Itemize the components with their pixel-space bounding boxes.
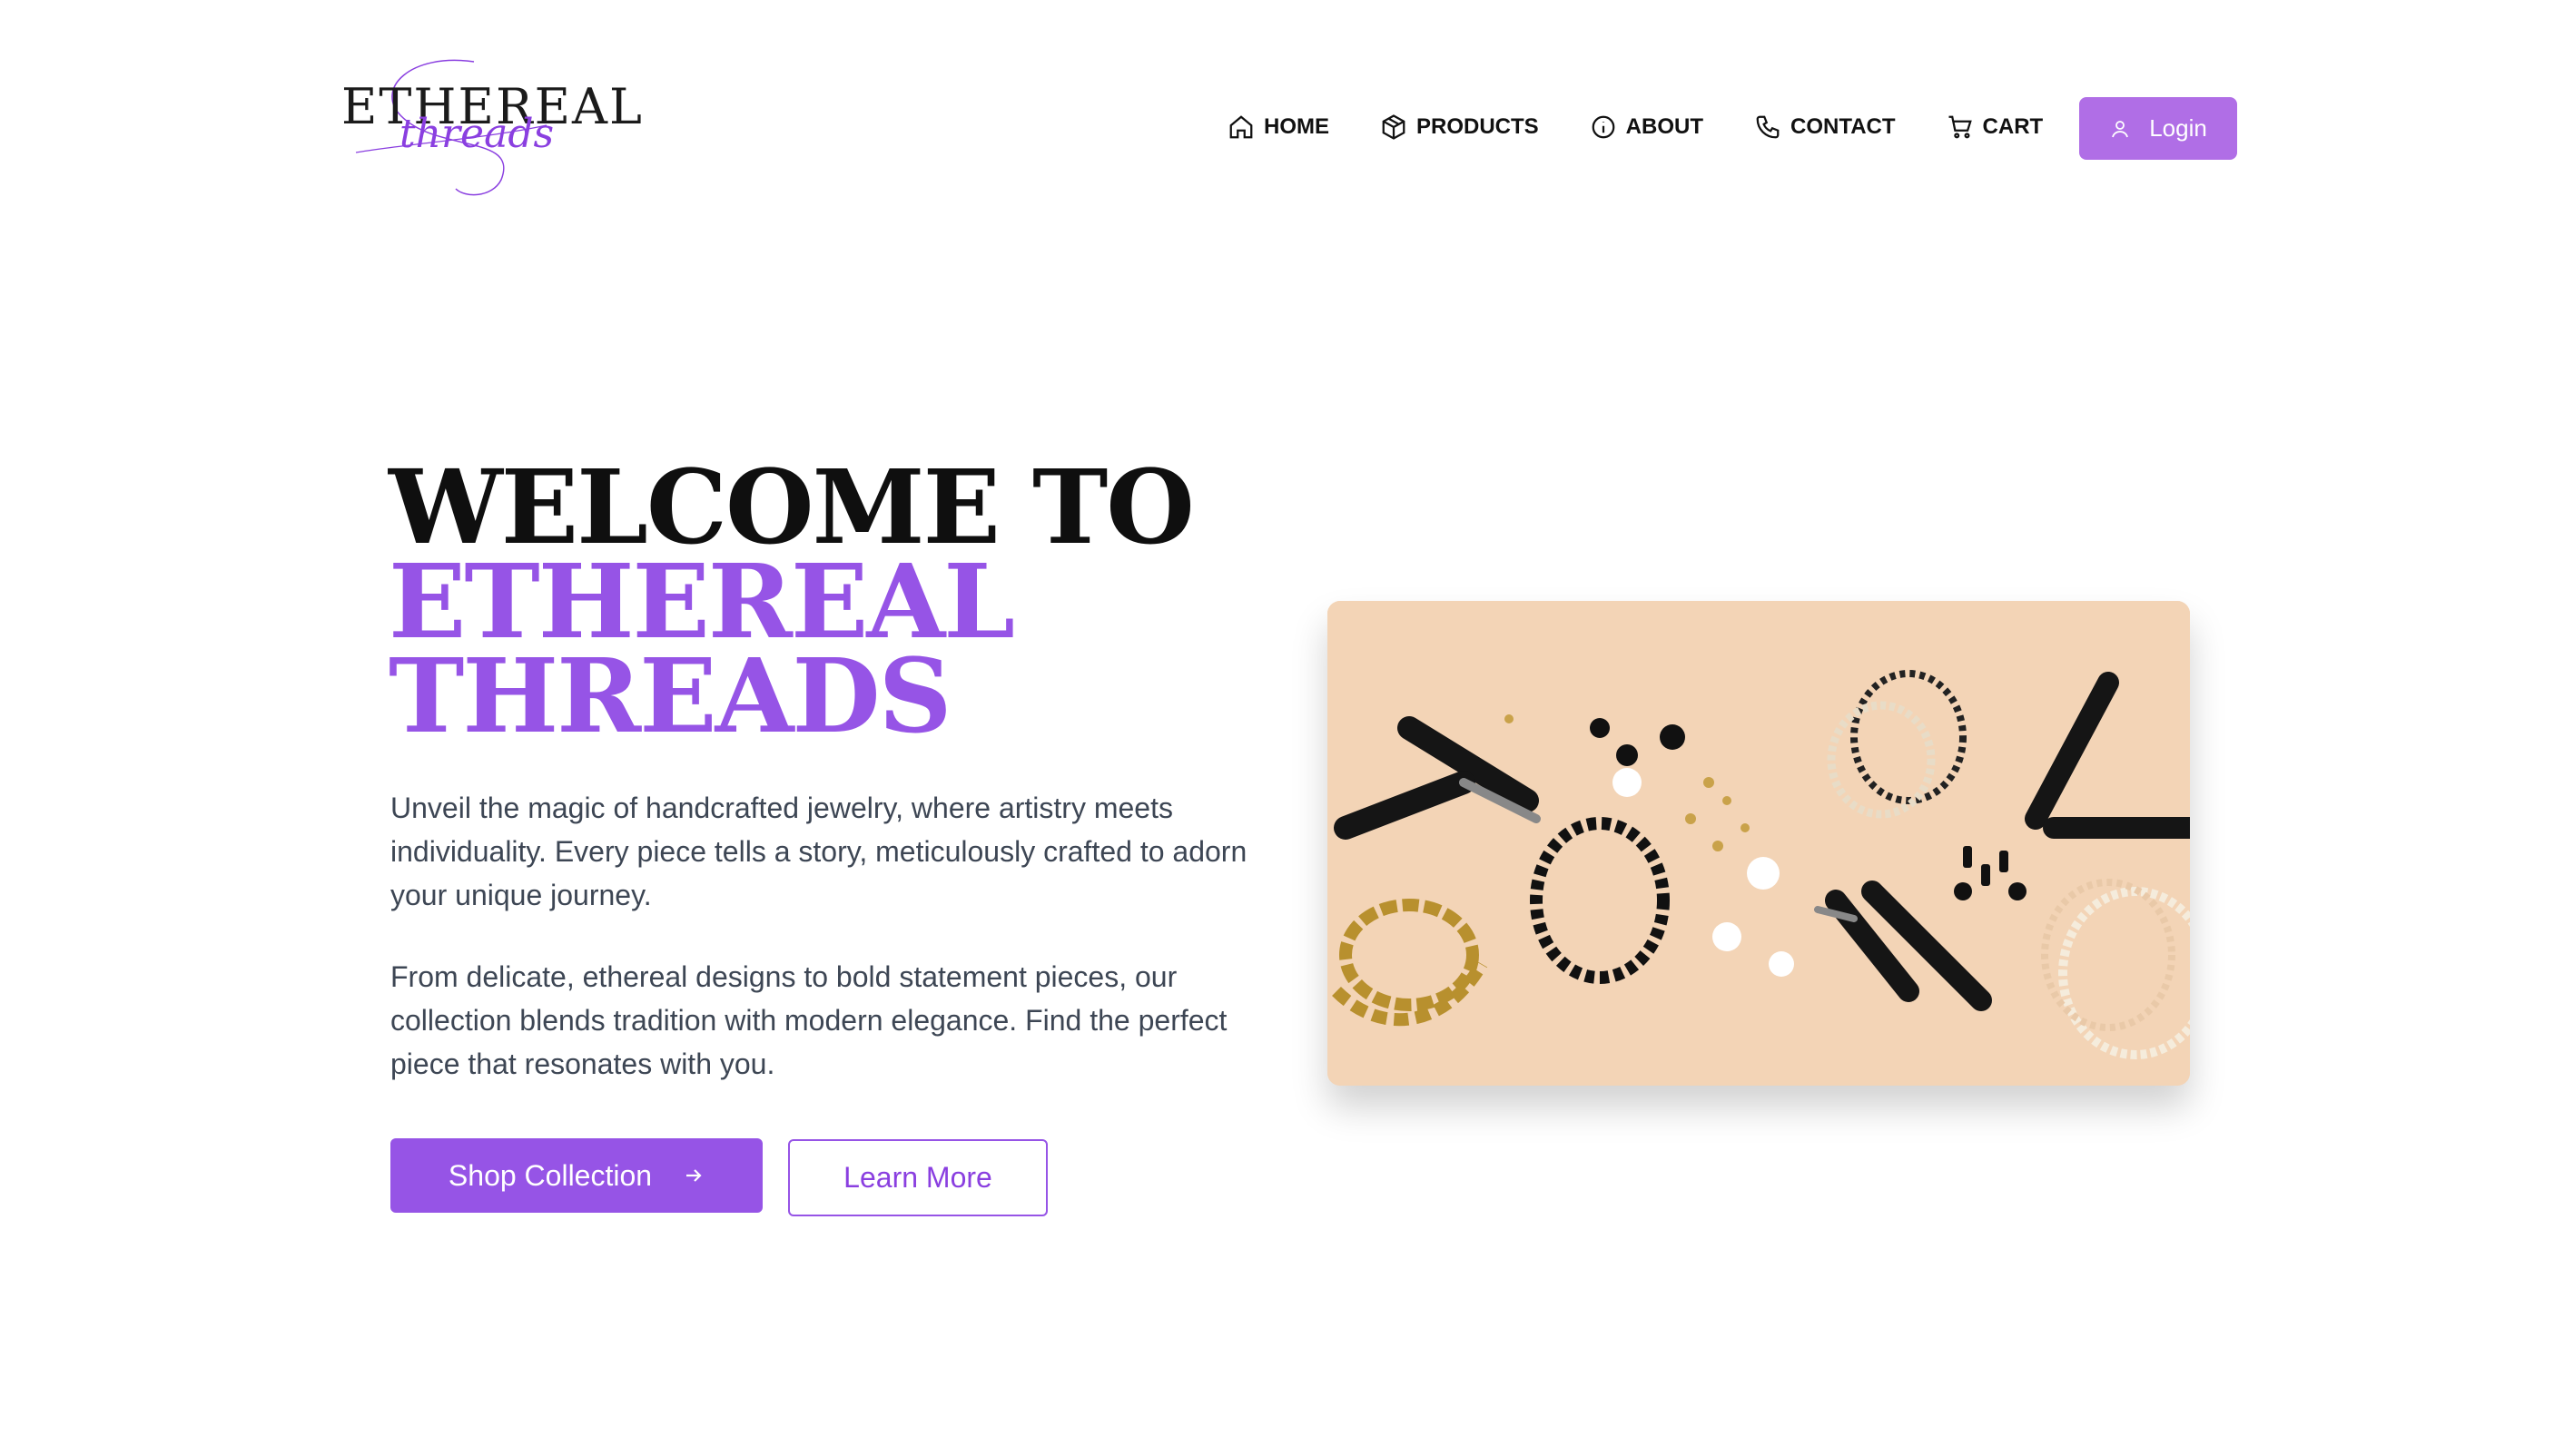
hero-jewelry-image — [1327, 601, 2190, 1086]
learn-more-button[interactable]: Learn More — [788, 1139, 1048, 1216]
nav-item-cart[interactable]: CART — [1947, 113, 2044, 141]
login-button-label: Login — [2149, 114, 2207, 142]
shop-collection-label: Shop Collection — [448, 1158, 653, 1192]
cart-icon — [1948, 115, 1972, 139]
learn-more-label: Learn More — [843, 1161, 992, 1194]
nav-label-contact: CONTACT — [1790, 114, 1896, 139]
info-icon — [1592, 115, 1615, 139]
nav-item-home[interactable]: HOME — [1228, 113, 1329, 141]
logo-script-text: threads — [399, 111, 555, 157]
brand-logo[interactable]: ETHEREAL threads — [338, 53, 642, 202]
nav-item-about[interactable]: ABOUT — [1590, 113, 1703, 141]
phone-icon — [1756, 115, 1780, 139]
arrow-right-icon — [686, 1169, 702, 1182]
hero-title: WELCOME TO ETHEREAL THREADS — [389, 448, 1195, 756]
nav-label-products: PRODUCTS — [1416, 114, 1539, 139]
login-button[interactable]: Login — [2079, 97, 2237, 160]
hero-paragraph-2: From delicate, ethereal designs to bold … — [390, 960, 1228, 1080]
nav-label-about: ABOUT — [1625, 114, 1703, 139]
hero-paragraph-1: Unveil the magic of handcrafted jewelry,… — [390, 792, 1247, 911]
jewelry-flatlay-illustration — [1327, 601, 2190, 1086]
nav-item-products[interactable]: PRODUCTS — [1380, 113, 1539, 141]
home-icon — [1229, 115, 1253, 139]
hero-title-line2: ETHEREAL — [389, 543, 1015, 662]
shop-collection-button[interactable]: Shop Collection — [390, 1138, 763, 1213]
hero-title-line3: THREADS — [389, 637, 952, 756]
hero-title-line1: WELCOME TO — [389, 448, 1195, 567]
nav-item-contact[interactable]: CONTACT — [1754, 113, 1896, 141]
nav-label-cart: CART — [1982, 114, 2044, 139]
box-icon — [1382, 114, 1405, 140]
nav-label-home: HOME — [1264, 114, 1329, 139]
user-icon — [2112, 120, 2129, 137]
